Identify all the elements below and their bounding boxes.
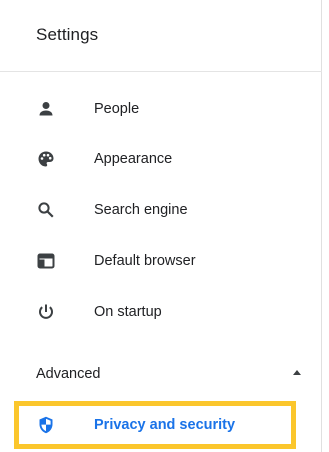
sidebar-item-appearance[interactable]: Appearance	[0, 134, 322, 184]
sidebar-item-label: Privacy and security	[94, 417, 236, 433]
sidebar-item-label: Appearance	[94, 151, 173, 167]
power-icon	[36, 302, 56, 322]
sidebar-item-default-browser[interactable]: Default browser	[0, 236, 322, 286]
shield-icon	[36, 415, 56, 435]
sidebar-item-people[interactable]: People	[0, 84, 322, 134]
sidebar-item-label: On startup	[94, 304, 162, 320]
sidebar-header: Settings	[0, 0, 322, 72]
sidebar-item-search-engine[interactable]: Search engine	[0, 185, 322, 235]
person-icon	[36, 99, 56, 119]
sidebar-item-label: Default browser	[94, 253, 196, 269]
search-icon	[36, 200, 56, 220]
sidebar-item-label: People	[94, 101, 140, 117]
page-title: Settings	[36, 25, 99, 44]
settings-sidebar: Settings People Appearance Search engine…	[0, 0, 322, 452]
sidebar-item-label: Search engine	[94, 202, 188, 218]
browser-window-icon	[36, 251, 56, 271]
sidebar-item-on-startup[interactable]: On startup	[0, 287, 322, 337]
caret-up-icon	[293, 370, 301, 375]
sidebar-item-privacy-and-security[interactable]: Privacy and security	[0, 401, 322, 449]
advanced-label: Advanced	[36, 366, 101, 382]
advanced-section-toggle[interactable]: Advanced	[0, 349, 322, 399]
palette-icon	[36, 149, 56, 169]
